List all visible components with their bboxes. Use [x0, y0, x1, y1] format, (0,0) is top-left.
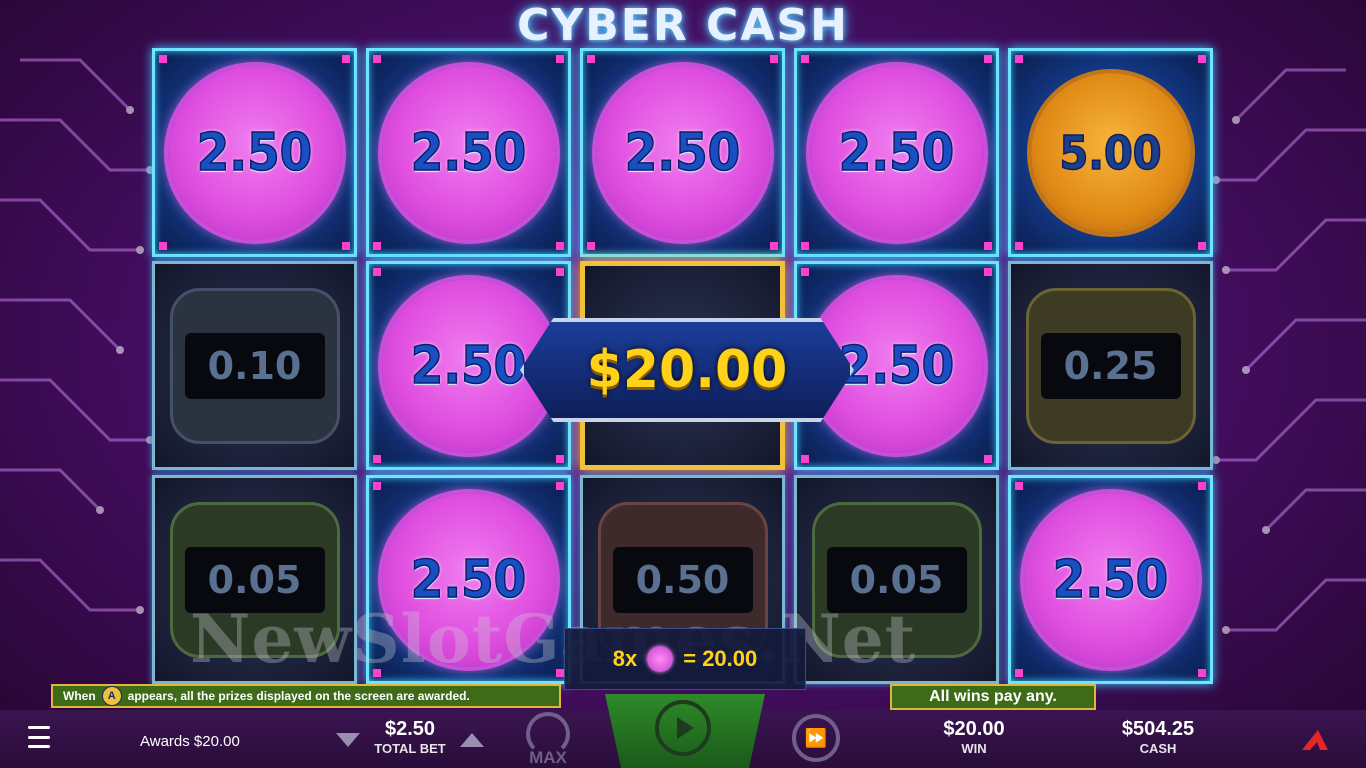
corner-accent	[1198, 482, 1206, 490]
win-display: $20.00 WIN	[922, 718, 1026, 756]
corner-accent	[984, 455, 992, 463]
info-left-prefix: When	[63, 689, 96, 703]
info-left-suffix: appears, all the prizes displayed on the…	[127, 689, 470, 703]
spin-button[interactable]	[655, 700, 711, 756]
corner-accent	[556, 268, 564, 276]
corner-accent	[984, 242, 992, 250]
formula-result: = 20.00	[683, 646, 758, 671]
corner-accent	[1015, 55, 1023, 63]
formula-count: 8x	[612, 646, 638, 671]
corner-accent	[1015, 242, 1023, 250]
corner-accent	[159, 242, 167, 250]
total-win-banner: $20.00	[520, 318, 854, 422]
reel-cell: 2.50	[366, 48, 571, 257]
total-bet-value: $2.50	[384, 718, 436, 740]
info-banner-right: All wins pay any.	[890, 684, 1096, 710]
brand-logo-icon	[1302, 730, 1328, 750]
cash-display: $504.25 CASH	[1100, 718, 1216, 756]
corner-accent	[1015, 669, 1023, 677]
awards-text: Awards $20.00	[140, 733, 240, 750]
corner-accent	[1198, 55, 1206, 63]
max-bet-button[interactable]: MAX	[520, 712, 576, 768]
cash-label: CASH	[1139, 741, 1177, 756]
corner-accent	[801, 242, 809, 250]
corner-accent	[556, 455, 564, 463]
reel-cell: 0.25	[1008, 261, 1213, 470]
corner-accent	[984, 55, 992, 63]
chip-value: 0.10	[184, 332, 325, 399]
orange-coin-symbol: 5.00	[1030, 72, 1191, 233]
corner-accent	[373, 242, 381, 250]
fast-forward-icon: ⏩	[804, 727, 828, 748]
play-icon	[677, 717, 694, 739]
reel-cell: 2.50	[794, 48, 999, 257]
corner-accent	[984, 268, 992, 276]
corner-accent	[556, 55, 564, 63]
total-bet-display: $2.50 TOTAL BET	[360, 718, 460, 756]
pink-coin-symbol: 2.50	[809, 65, 984, 240]
pink-coin-symbol: 2.50	[595, 65, 770, 240]
info-banner-left: When A appears, all the prizes displayed…	[51, 684, 561, 708]
chip-value: 0.25	[1040, 332, 1181, 399]
corner-accent	[1015, 482, 1023, 490]
corner-accent	[373, 55, 381, 63]
game-logo: CYBER CASH	[517, 0, 849, 51]
autoplay-button[interactable]: ⏩	[792, 714, 840, 762]
corner-accent	[556, 242, 564, 250]
pink-coin-symbol: 2.50	[381, 65, 556, 240]
corner-accent	[373, 482, 381, 490]
pink-coin-icon	[647, 646, 674, 672]
corner-accent	[159, 55, 167, 63]
corner-accent	[373, 455, 381, 463]
win-label: WIN	[961, 741, 987, 756]
corner-accent	[801, 55, 809, 63]
corner-accent	[556, 482, 564, 490]
chip-symbol: 0.10	[169, 287, 340, 444]
award-symbol-icon: A	[101, 686, 122, 706]
cash-value: $504.25	[1121, 718, 1195, 740]
reel-cell: 5.00	[1008, 48, 1213, 257]
reel-cell: 2.50	[580, 48, 785, 257]
corner-accent	[801, 268, 809, 276]
bet-decrease-button[interactable]	[336, 733, 360, 747]
circuit-decoration-left	[0, 58, 154, 614]
corner-accent	[342, 242, 350, 250]
chip-symbol: 0.25	[1025, 287, 1196, 444]
total-win-amount: $20.00	[586, 340, 788, 400]
corner-accent	[801, 455, 809, 463]
corner-accent	[770, 55, 778, 63]
reel-cell: 2.50	[152, 48, 357, 257]
total-bet-label: TOTAL BET	[374, 741, 446, 756]
circuit-decoration-right	[1212, 68, 1366, 634]
hamburger-menu-icon[interactable]	[28, 726, 50, 748]
corner-accent	[1198, 242, 1206, 250]
win-formula: 8x = 20.00	[564, 628, 806, 690]
bet-increase-button[interactable]	[460, 733, 484, 747]
corner-accent	[587, 242, 595, 250]
max-bet-label: MAX	[529, 748, 567, 767]
pink-coin-symbol: 2.50	[167, 65, 342, 240]
corner-accent	[1198, 669, 1206, 677]
corner-accent	[342, 55, 350, 63]
corner-accent	[587, 55, 595, 63]
reel-cell: 0.10	[152, 261, 357, 470]
corner-accent	[770, 242, 778, 250]
win-value: $20.00	[943, 718, 1005, 740]
corner-accent	[373, 268, 381, 276]
